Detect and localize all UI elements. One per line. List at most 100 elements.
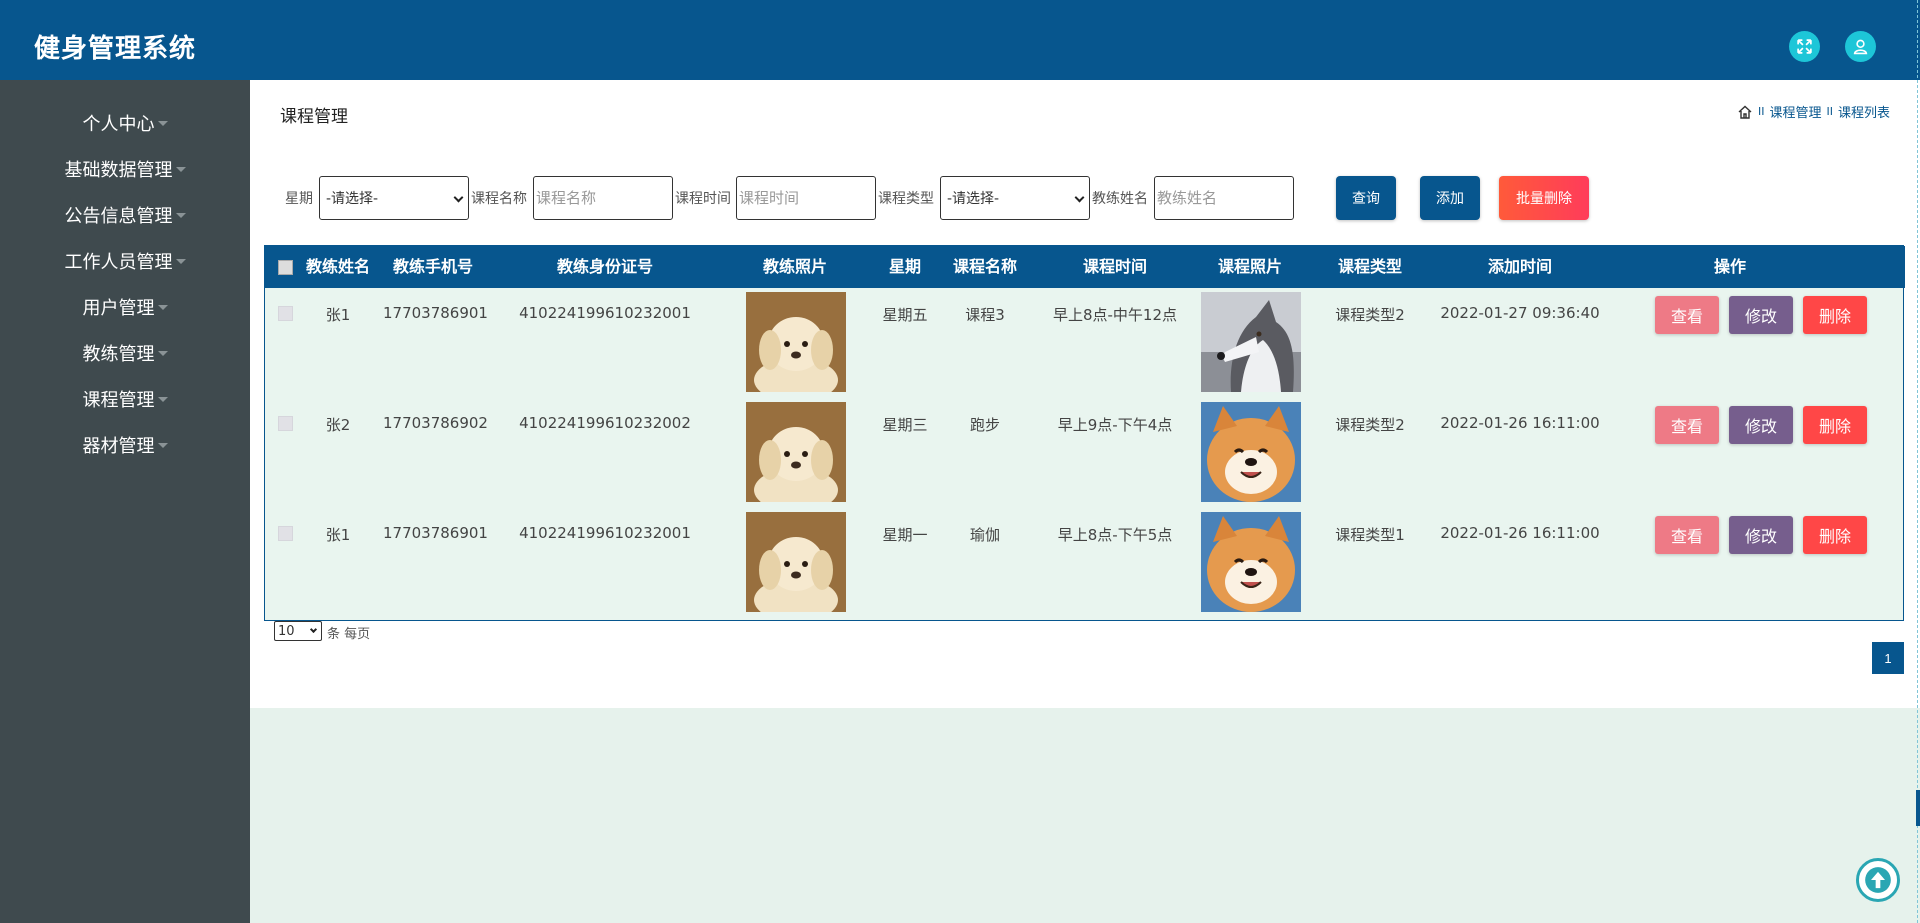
app-title: 健身管理系统 [34, 34, 197, 64]
caret-down-icon [175, 166, 186, 172]
coach-name-label: 教练姓名 [1092, 191, 1148, 207]
query-button[interactable]: 查询 [1336, 176, 1396, 220]
breadcrumb: II 课程管理 II 课程列表 [1737, 102, 1890, 121]
column-header: 教练照片 [762, 257, 827, 276]
column-header: 操作 [1713, 257, 1746, 276]
breadcrumb-separator: II [1757, 105, 1765, 118]
course-time-input[interactable] [736, 176, 876, 220]
caret-down-icon [175, 258, 186, 264]
back-to-top-button[interactable] [1856, 858, 1900, 902]
page-size-select[interactable]: 10 [274, 621, 322, 641]
home-icon[interactable] [1737, 104, 1753, 120]
sidebar-item-staff[interactable]: 工作人员管理 [0, 242, 250, 280]
delete-button[interactable]: 删除 [1803, 516, 1867, 554]
breadcrumb-course-management[interactable]: 课程管理 [1769, 102, 1821, 121]
cell-added-time: 2022-01-26 16:11:00 [1440, 524, 1600, 542]
sidebar-item-label: 教练管理 [82, 344, 155, 365]
sidebar-item-equipment[interactable]: 器材管理 [0, 426, 250, 464]
column-header: 课程时间 [1082, 257, 1147, 276]
cell-course-name: 跑步 [969, 416, 1000, 434]
sidebar-item-users[interactable]: 用户管理 [0, 288, 250, 326]
batch-delete-button[interactable]: 批量删除 [1499, 176, 1589, 220]
column-header: 添加时间 [1487, 257, 1552, 276]
view-button[interactable]: 查看 [1655, 296, 1719, 334]
edit-button[interactable]: 修改 [1729, 296, 1793, 334]
page-number-button[interactable]: 1 [1872, 642, 1904, 674]
page-size-value: 10 [278, 623, 295, 639]
column-header: 教练姓名 [305, 257, 370, 276]
caret-down-icon [175, 212, 186, 218]
column-header: 教练身份证号 [556, 257, 653, 276]
cell-phone: 17703786901 [383, 304, 488, 322]
cell-coach-name: 张1 [325, 526, 351, 544]
table-row: 张1 17703786901 410224199610232001 星期一 瑜伽 [265, 508, 1905, 618]
cell-coach-name: 张1 [325, 306, 351, 324]
row-checkbox[interactable] [278, 306, 293, 321]
delete-button[interactable]: 删除 [1803, 296, 1867, 334]
course-name-label: 课程名称 [471, 191, 527, 207]
coach-photo [746, 512, 846, 612]
course-photo [1201, 402, 1301, 502]
cell-id-card: 410224199610232001 [519, 304, 691, 322]
sidebar-item-announcements[interactable]: 公告信息管理 [0, 196, 250, 234]
row-checkbox[interactable] [278, 416, 293, 431]
view-button[interactable]: 查看 [1655, 516, 1719, 554]
cell-id-card: 410224199610232002 [519, 414, 691, 432]
coach-photo [746, 292, 846, 392]
sidebar-item-coaches[interactable]: 教练管理 [0, 334, 250, 372]
cell-added-time: 2022-01-27 09:36:40 [1440, 304, 1600, 322]
course-type-label: 课程类型 [878, 191, 934, 207]
select-all-checkbox[interactable] [278, 260, 293, 275]
delete-button[interactable]: 删除 [1803, 406, 1867, 444]
caret-down-icon [157, 304, 168, 310]
view-button[interactable]: 查看 [1655, 406, 1719, 444]
column-header: 课程类型 [1337, 257, 1402, 276]
course-time-label: 课程时间 [675, 191, 731, 207]
expand-icon [1797, 39, 1812, 54]
puppy-photo [746, 512, 846, 612]
column-header: 教练手机号 [392, 257, 473, 276]
sidebar-item-basic-data[interactable]: 基础数据管理 [0, 150, 250, 188]
column-header: 课程照片 [1217, 257, 1282, 276]
cell-weekday: 星期三 [882, 416, 928, 434]
cell-phone: 17703786902 [383, 414, 488, 432]
cell-course-time: 早上8点-中午12点 [1052, 306, 1178, 324]
cell-added-time: 2022-01-26 16:11:00 [1440, 414, 1600, 432]
weekday-select-value: -请选择- [326, 191, 379, 207]
cell-course-type: 课程类型1 [1335, 526, 1405, 544]
cell-course-type: 课程类型2 [1335, 416, 1405, 434]
fullscreen-button[interactable] [1789, 31, 1820, 62]
sidebar-item-label: 个人中心 [82, 114, 155, 135]
coach-name-input[interactable] [1154, 176, 1294, 220]
row-checkbox[interactable] [278, 526, 293, 541]
add-button[interactable]: 添加 [1420, 176, 1480, 220]
main-panel: 课程管理 II 课程管理 II 课程列表 星期 -请选择- 课程名称 课程时间 … [250, 80, 1920, 708]
cell-course-name: 课程3 [965, 306, 1005, 324]
sidebar-item-courses[interactable]: 课程管理 [0, 380, 250, 418]
sidebar-item-label: 基础数据管理 [64, 160, 173, 181]
sidebar-item-label: 课程管理 [82, 390, 155, 411]
course-photo [1201, 512, 1301, 612]
course-type-select[interactable]: -请选择- [940, 176, 1090, 220]
user-button[interactable] [1845, 31, 1876, 62]
cell-course-type: 课程类型2 [1335, 306, 1405, 324]
caret-down-icon [157, 120, 168, 126]
breadcrumb-course-list[interactable]: 课程列表 [1838, 102, 1890, 121]
sidebar-item-label: 用户管理 [82, 298, 155, 319]
puppy-photo [746, 292, 846, 392]
weekday-select[interactable]: -请选择- [319, 176, 469, 220]
sidebar-item-personal-center[interactable]: 个人中心 [0, 104, 250, 142]
top-header: 健身管理系统 [0, 0, 1920, 80]
chevron-down-icon [1074, 192, 1085, 203]
husky-photo [1201, 292, 1301, 392]
puppy-photo [746, 402, 846, 502]
shiba-photo [1201, 512, 1301, 612]
table-row: 张1 17703786901 410224199610232001 星期五 课程… [265, 288, 1905, 398]
scroll-edge-divider [1917, 0, 1918, 923]
chevron-down-icon [309, 625, 318, 634]
shiba-photo [1201, 402, 1301, 502]
edit-button[interactable]: 修改 [1729, 516, 1793, 554]
course-name-input[interactable] [533, 176, 673, 220]
cell-id-card: 410224199610232001 [519, 524, 691, 542]
edit-button[interactable]: 修改 [1729, 406, 1793, 444]
